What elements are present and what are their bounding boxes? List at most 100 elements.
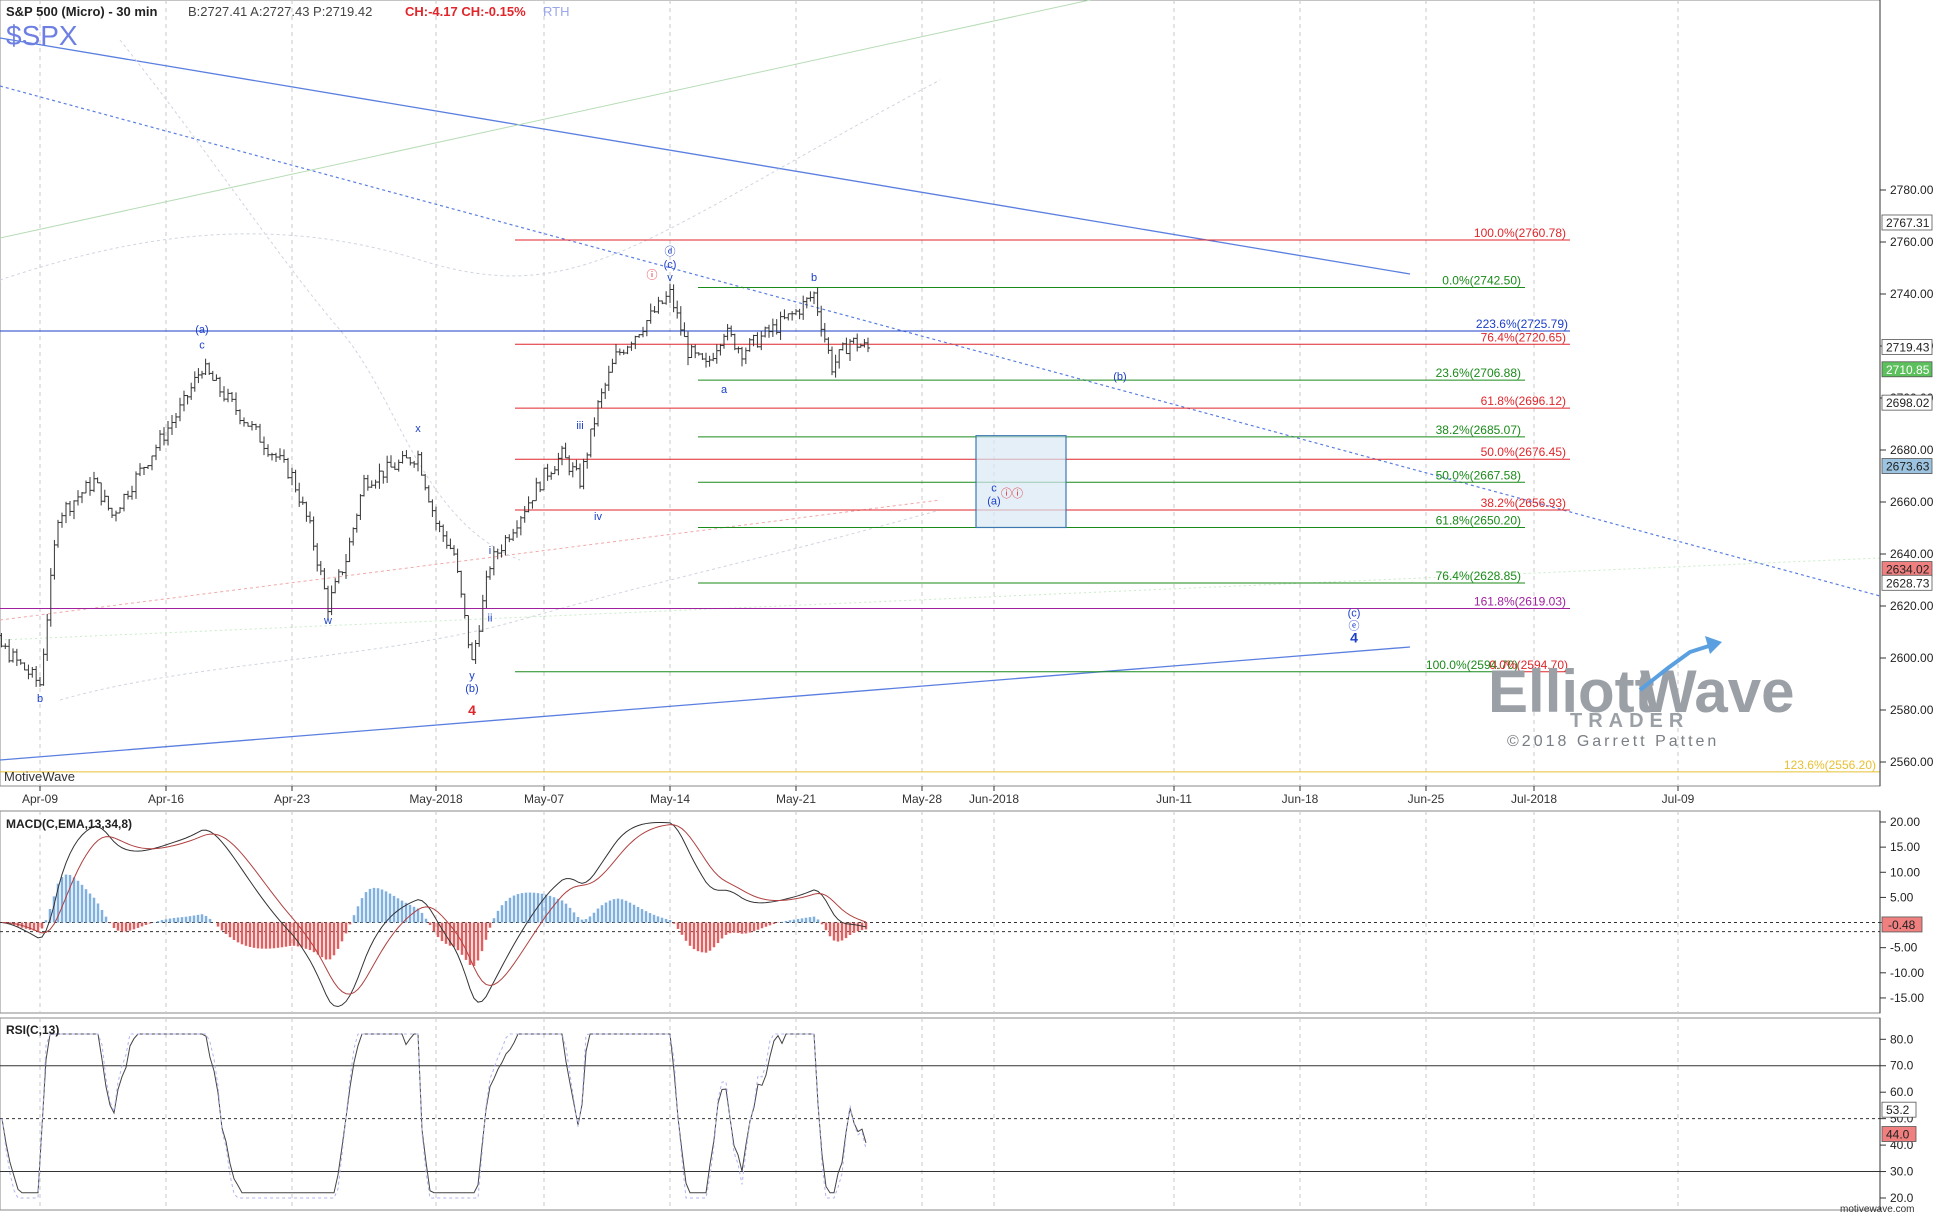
level-label: 50.0%(2676.45) [1481,445,1566,459]
level-label: 161.8%(2619.03) [1474,595,1566,609]
bid-ask-price: B:2727.41 A:2727.43 P:2719.42 [188,4,372,19]
price-tag-text: 2673.63 [1886,460,1930,474]
x-tick-label: May-28 [902,792,942,806]
level-label: 61.8%(2696.12) [1481,394,1566,408]
level-label: 76.4%(2628.85) [1436,569,1521,583]
macd-tick-label: 10.00 [1890,865,1920,879]
instrument-title: S&P 500 (Micro) - 30 min [6,4,158,19]
vendor-label: MotiveWave [4,769,75,784]
wave-label: 4 [468,702,476,718]
wave-label: w [323,615,332,627]
level-label: 123.6%(2556.20) [1784,758,1876,772]
level-label: 223.6%(2725.79) [1476,317,1568,331]
wave-label: (c) [664,259,677,271]
logo-sub: TRADER [1570,710,1689,732]
wave-label: ii [488,613,493,625]
x-tick-label: Apr-09 [22,792,58,806]
chart-canvas: 100.0%(2760.78) 0.0%(2742.50) 223.6%(2725.… [0,0,1934,1215]
rsi-tag: 44.0 [1886,1128,1910,1142]
rsi-title: RSI(C,13) [6,1023,59,1037]
price-tag-text: 2719.43 [1886,340,1930,354]
wave-label: i [489,545,491,557]
price-tick-label: 2780.00 [1890,183,1934,197]
wave-label: ⓘⓘ [1001,487,1023,500]
macd-title: MACD(C,EMA,13,34,8) [6,817,132,831]
macd-tick-label: 5.00 [1890,890,1914,904]
rsi-tick-label: 30.0 [1890,1165,1914,1179]
date-axis: Apr-09 Apr-16 Apr-23 May-2018 May-07 May-14 Ma… [22,786,1695,806]
x-tick-label: Apr-23 [274,792,310,806]
symbol-label: $SPX [6,20,78,51]
rsi-tick-label: 20.0 [1890,1191,1914,1205]
wave-label: x [415,423,421,435]
price-tick-label: 2680.00 [1890,443,1934,457]
level-label: 0.0%(2742.50) [1442,274,1521,288]
wave-label: v [667,272,673,284]
x-tick-label: May-14 [650,792,690,806]
price-axis: 2560.00 2580.00 2600.00 2620.00 2640.00 2660.… [1879,0,1934,786]
x-tick-label: May-21 [776,792,816,806]
wave-label: iii [576,420,583,432]
macd-panel-frame [0,810,1881,1014]
wave-label: iv [594,511,602,523]
x-tick-label: Jun-25 [1408,792,1445,806]
wave-label: (a) [987,496,1000,508]
change-readout: CH:-4.17 CH:-0.15% [405,4,526,19]
session-label: RTH [543,4,569,19]
level-label: 38.2%(2685.07) [1436,423,1521,437]
level-label: 61.8%(2650.20) [1436,513,1521,527]
x-tick-label: May-07 [524,792,564,806]
x-tick-label: Jun-18 [1282,792,1319,806]
wave-target-box [975,435,1067,529]
macd-tick-label: -15.00 [1890,991,1924,1005]
macd-tick-label: 20.00 [1890,815,1920,829]
price-tag-text: 2698.02 [1886,396,1930,410]
wave-label: (a) [195,324,208,336]
rsi-tag: 53.2 [1886,1103,1910,1117]
x-tick-label: Jul-2018 [1511,792,1557,806]
price-tick-label: 2600.00 [1890,651,1934,665]
logo-copyright: ©2018 Garrett Patten [1507,733,1719,750]
footer-url: motivewave.com [1840,1204,1914,1215]
price-tick-label: 2740.00 [1890,287,1934,301]
price-tick-label: 2620.00 [1890,599,1934,613]
macd-tick-label: -10.00 [1890,966,1924,980]
x-tick-label: May-2018 [409,792,463,806]
price-tag-text: 2628.73 [1886,576,1930,590]
wave-label: ⓘ [647,268,658,281]
price-tick-label: 2640.00 [1890,547,1934,561]
wave-label: c [199,340,205,352]
price-tick-label: 2760.00 [1890,235,1934,249]
x-tick-label: Jun-11 [1156,792,1192,806]
macd-value-tag: -0.48 [1888,918,1916,932]
x-tick-label: Jul-09 [1662,792,1695,806]
wave-label: ⓓ [665,245,676,258]
x-tick-label: Apr-16 [148,792,184,806]
price-tag-text: 2710.85 [1886,363,1930,377]
rsi-tick-label: 60.0 [1890,1085,1914,1099]
wave-label: a [721,384,728,396]
wave-label: y [469,670,475,682]
wave-label: (b) [465,683,478,695]
price-tags: 2767.31 2719.43 2710.85 2698.02 2673.63 2634.… [1881,214,1933,591]
price-tag-text: 2767.31 [1886,216,1930,230]
rsi-tick-label: 80.0 [1890,1032,1914,1046]
rsi-tick-label: 70.0 [1890,1059,1914,1073]
wave-label: c [991,483,997,495]
level-label: 50.0%(2667.58) [1436,468,1521,482]
level-label: 76.4%(2720.65) [1481,330,1566,344]
wave-label: b [37,693,43,705]
level-label: 38.2%(2656.93) [1481,496,1566,510]
price-tick-label: 2660.00 [1890,495,1934,509]
rsi-panel-frame [0,1017,1881,1211]
macd-tick-label: -5.00 [1890,941,1918,955]
x-tick-label: Jun-2018 [969,792,1019,806]
wave-label: (c) [1348,607,1361,619]
level-label: 100.0%(2760.78) [1474,226,1566,240]
level-label: 23.6%(2706.88) [1436,366,1521,380]
price-tick-label: 2560.00 [1890,755,1934,769]
macd-tick-label: 15.00 [1890,840,1920,854]
wave-label: b [811,272,817,284]
wave-label: (b) [1113,371,1126,383]
wave-label: 4 [1350,629,1358,645]
